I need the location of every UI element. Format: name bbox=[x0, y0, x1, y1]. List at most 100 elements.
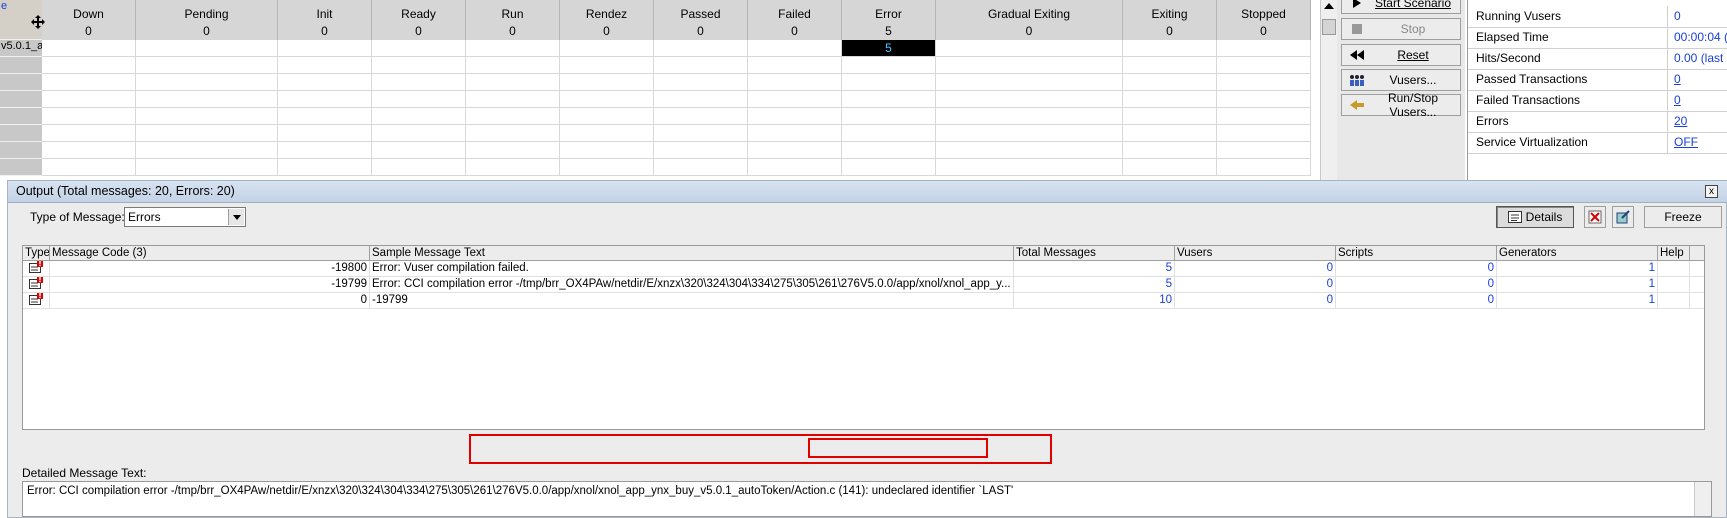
status-cell[interactable] bbox=[1123, 142, 1217, 159]
status-cell[interactable] bbox=[748, 159, 842, 176]
status-cell[interactable] bbox=[560, 57, 654, 74]
status-cell[interactable] bbox=[748, 125, 842, 142]
status-header-gradual-exiting[interactable]: Gradual Exiting 0 bbox=[936, 0, 1123, 40]
status-cell[interactable] bbox=[842, 125, 936, 142]
status-cell[interactable] bbox=[136, 74, 278, 91]
status-cell[interactable] bbox=[936, 74, 1123, 91]
column-header[interactable]: Vusers bbox=[1175, 246, 1336, 260]
column-header[interactable]: Sample Message Text bbox=[370, 246, 1014, 260]
status-cell[interactable] bbox=[372, 40, 466, 57]
status-cell[interactable] bbox=[654, 40, 748, 57]
status-header-init[interactable]: Init 0 bbox=[278, 0, 372, 40]
status-cell[interactable] bbox=[1123, 40, 1217, 57]
status-header-passed[interactable]: Passed 0 bbox=[654, 0, 748, 40]
close-icon[interactable]: x bbox=[1705, 185, 1718, 198]
status-cell[interactable] bbox=[936, 57, 1123, 74]
status-cell[interactable] bbox=[278, 74, 372, 91]
status-cell[interactable] bbox=[42, 125, 136, 142]
status-cell[interactable] bbox=[1217, 91, 1311, 108]
status-cell[interactable] bbox=[748, 108, 842, 125]
status-cell[interactable] bbox=[748, 142, 842, 159]
status-cell[interactable] bbox=[1123, 91, 1217, 108]
status-cell[interactable] bbox=[654, 159, 748, 176]
detail-vertical-scrollbar[interactable] bbox=[1694, 482, 1711, 516]
status-cell[interactable] bbox=[278, 159, 372, 176]
status-header-down[interactable]: Down 0 bbox=[42, 0, 136, 40]
status-header-run[interactable]: Run 0 bbox=[466, 0, 560, 40]
stat-value-link[interactable]: 0 bbox=[1668, 90, 1727, 111]
status-cell[interactable] bbox=[278, 91, 372, 108]
status-cell[interactable] bbox=[278, 125, 372, 142]
status-cell[interactable] bbox=[278, 40, 372, 57]
status-cell[interactable] bbox=[936, 108, 1123, 125]
scroll-thumb[interactable] bbox=[1322, 19, 1336, 35]
status-cell[interactable] bbox=[136, 142, 278, 159]
table-row[interactable]: 0 -19799 10 0 0 1 bbox=[23, 293, 1704, 309]
status-cell[interactable] bbox=[560, 159, 654, 176]
status-cell[interactable] bbox=[466, 108, 560, 125]
scroll-up-arrow-icon[interactable] bbox=[1324, 3, 1334, 9]
table-row[interactable]: -19800 Error: Vuser compilation failed. 5 0… bbox=[23, 261, 1704, 277]
column-header[interactable]: Help bbox=[1658, 246, 1690, 260]
column-header[interactable]: Message Code (3) bbox=[50, 246, 370, 260]
status-header-failed[interactable]: Failed 0 bbox=[748, 0, 842, 40]
status-header-ready[interactable]: Ready 0 bbox=[372, 0, 466, 40]
export-messages-button[interactable] bbox=[1612, 206, 1634, 228]
status-cell[interactable] bbox=[466, 57, 560, 74]
table-row[interactable]: -19799 Error: CCI compilation error -/tmp… bbox=[23, 277, 1704, 293]
status-cell[interactable] bbox=[560, 125, 654, 142]
status-cell[interactable] bbox=[748, 91, 842, 108]
status-cell[interactable] bbox=[372, 91, 466, 108]
status-cell[interactable] bbox=[1123, 57, 1217, 74]
start-scenario-button[interactable]: Start Scenario bbox=[1341, 0, 1461, 14]
status-cell[interactable] bbox=[136, 40, 278, 57]
group-row-label[interactable]: v5.0.1_au bbox=[0, 40, 42, 57]
status-header-stopped[interactable]: Stopped 0 bbox=[1217, 0, 1311, 40]
status-cell[interactable] bbox=[278, 108, 372, 125]
status-cell[interactable] bbox=[654, 108, 748, 125]
status-cell[interactable] bbox=[936, 159, 1123, 176]
column-header[interactable]: Total Messages bbox=[1014, 246, 1175, 260]
status-cell[interactable] bbox=[278, 57, 372, 74]
status-cell[interactable] bbox=[372, 159, 466, 176]
grid-vertical-scrollbar[interactable] bbox=[1320, 0, 1337, 180]
move-icon[interactable] bbox=[30, 14, 46, 30]
column-header[interactable]: Generators bbox=[1497, 246, 1658, 260]
status-cell[interactable] bbox=[748, 40, 842, 57]
status-cell[interactable] bbox=[654, 57, 748, 74]
status-cell[interactable] bbox=[1217, 125, 1311, 142]
status-cell[interactable] bbox=[278, 142, 372, 159]
details-button[interactable]: Details bbox=[1496, 206, 1574, 228]
status-cell[interactable] bbox=[748, 74, 842, 91]
status-cell[interactable] bbox=[560, 40, 654, 57]
status-cell[interactable] bbox=[1123, 159, 1217, 176]
status-cell[interactable] bbox=[1217, 40, 1311, 57]
status-cell[interactable] bbox=[560, 91, 654, 108]
status-cell[interactable] bbox=[1217, 108, 1311, 125]
status-cell[interactable] bbox=[466, 40, 560, 57]
error-count-cell[interactable]: 5 bbox=[842, 40, 936, 57]
status-cell[interactable] bbox=[936, 125, 1123, 142]
status-cell[interactable] bbox=[560, 142, 654, 159]
status-header-exiting[interactable]: Exiting 0 bbox=[1123, 0, 1217, 40]
status-cell[interactable] bbox=[136, 159, 278, 176]
status-cell[interactable] bbox=[1217, 159, 1311, 176]
status-cell[interactable] bbox=[1217, 142, 1311, 159]
status-cell[interactable] bbox=[42, 108, 136, 125]
stat-value-link[interactable]: 20 bbox=[1668, 111, 1727, 132]
status-cell[interactable] bbox=[136, 125, 278, 142]
status-cell[interactable] bbox=[136, 91, 278, 108]
status-cell[interactable] bbox=[372, 142, 466, 159]
status-cell[interactable] bbox=[1123, 125, 1217, 142]
status-cell[interactable] bbox=[42, 91, 136, 108]
status-header-rendez[interactable]: Rendez 0 bbox=[560, 0, 654, 40]
status-cell[interactable] bbox=[842, 108, 936, 125]
status-cell[interactable] bbox=[1217, 57, 1311, 74]
status-cell[interactable] bbox=[936, 91, 1123, 108]
status-cell[interactable] bbox=[42, 142, 136, 159]
chevron-down-icon[interactable] bbox=[228, 209, 244, 225]
status-cell[interactable] bbox=[1123, 108, 1217, 125]
freeze-button[interactable]: Freeze bbox=[1644, 206, 1722, 228]
status-cell[interactable] bbox=[748, 57, 842, 74]
column-header[interactable]: Scripts bbox=[1336, 246, 1497, 260]
